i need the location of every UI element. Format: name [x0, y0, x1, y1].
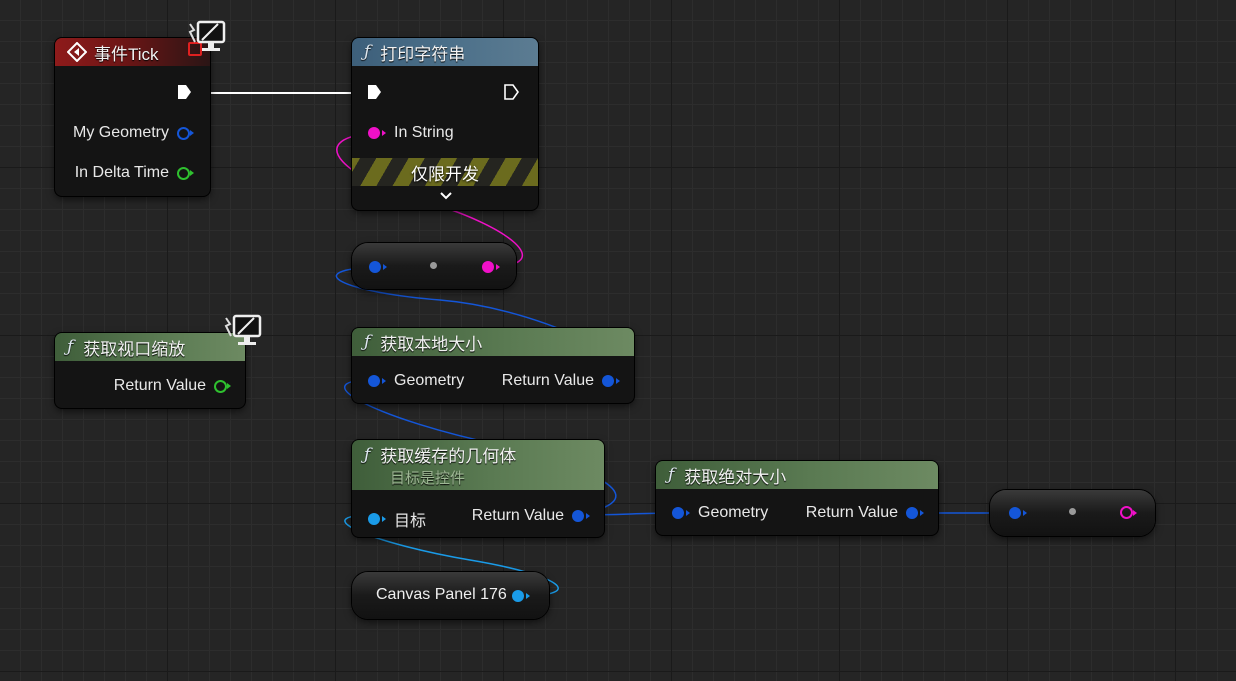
canvas-panel-variable-node[interactable]: Canvas Panel 176 [352, 572, 549, 619]
geometry-pin-row[interactable]: Geometry [672, 504, 768, 522]
return-value-pin-row[interactable]: Return Value [113, 377, 231, 395]
client-monitor-icon [188, 20, 226, 51]
my-geometry-label: My Geometry [72, 124, 169, 141]
return-value-pin[interactable] [602, 375, 620, 387]
get-cached-geometry-header[interactable]: ƒ 获取缓存的几何体 目标是控件 [352, 440, 604, 490]
event-tick-node[interactable]: 事件Tick My Geometry In Delta Time [55, 38, 210, 196]
in-delta-time-label: In Delta Time [74, 164, 169, 181]
my-geometry-pin-row[interactable]: My Geometry [72, 124, 194, 142]
return-value-pin-row[interactable]: Return Value [501, 372, 620, 390]
function-icon: ƒ [67, 337, 74, 357]
in-string-pin-row[interactable]: In String [368, 124, 454, 142]
conversion-center-dot [430, 262, 437, 269]
in-string-label: In String [394, 124, 454, 141]
exec-out-pin[interactable] [177, 84, 192, 100]
geometry-input-pin[interactable] [672, 507, 690, 519]
function-icon: ƒ [364, 42, 371, 62]
return-value-pin[interactable] [572, 510, 590, 522]
get-local-size-node[interactable]: ƒ 获取本地大小 Geometry Return Value [352, 328, 634, 403]
conversion-input-pin[interactable] [369, 261, 387, 273]
return-value-pin-row[interactable]: Return Value [471, 507, 590, 525]
get-cached-geometry-title: 获取缓存的几何体 [380, 447, 517, 466]
exec-out-pin[interactable] [504, 84, 519, 100]
event-tick-title: 事件Tick [94, 44, 159, 64]
geometry-label: Geometry [394, 372, 465, 389]
get-viewport-scale-node[interactable]: ƒ 获取视口缩放 Return Value [55, 333, 245, 408]
function-icon: ƒ [364, 444, 371, 465]
function-icon: ƒ [364, 332, 371, 352]
get-absolute-size-title: 获取绝对大小 [684, 467, 787, 487]
return-value-pin[interactable] [214, 379, 231, 393]
development-only-label: 仅限开发 [411, 164, 479, 184]
target-input-pin[interactable] [368, 513, 386, 525]
event-diamond-icon [67, 42, 87, 62]
get-absolute-size-node[interactable]: ƒ 获取绝对大小 Geometry Return Value [656, 461, 938, 535]
conversion-output-pin[interactable] [482, 261, 500, 273]
canvas-panel-label: Canvas Panel 176 [376, 586, 507, 603]
conversion-input-pin[interactable] [1009, 507, 1027, 519]
development-only-banner: 仅限开发 [352, 158, 538, 186]
geometry-pin-row[interactable]: Geometry [368, 372, 464, 390]
exec-in-pin[interactable] [367, 84, 382, 100]
my-geometry-pin[interactable] [177, 126, 194, 140]
in-delta-time-pin-row[interactable]: In Delta Time [74, 164, 194, 182]
return-value-label: Return Value [471, 507, 564, 524]
conversion-output-pin[interactable] [1120, 506, 1137, 519]
event-tick-header[interactable]: 事件Tick [55, 38, 210, 66]
conversion-node-right[interactable] [990, 490, 1155, 536]
conversion-center-dot [1069, 508, 1076, 515]
function-icon: ƒ [668, 465, 675, 485]
print-string-title: 打印字符串 [380, 44, 466, 64]
target-label: 目标 [394, 513, 427, 530]
return-value-label: Return Value [113, 377, 206, 394]
geometry-label: Geometry [698, 504, 769, 521]
get-viewport-scale-header[interactable]: ƒ 获取视口缩放 [55, 333, 245, 361]
get-viewport-scale-title: 获取视口缩放 [83, 339, 186, 359]
geometry-input-pin[interactable] [368, 375, 386, 387]
conversion-node-vector-to-string[interactable] [352, 243, 516, 289]
canvas-panel-output-pin[interactable] [512, 590, 530, 602]
return-value-pin[interactable] [906, 507, 924, 519]
return-value-pin-row[interactable]: Return Value [805, 504, 924, 522]
get-absolute-size-header[interactable]: ƒ 获取绝对大小 [656, 461, 938, 489]
get-cached-geometry-subtitle: 目标是控件 [390, 470, 466, 487]
print-string-node[interactable]: ƒ 打印字符串 In String 仅限开发 [352, 38, 538, 210]
return-value-label: Return Value [501, 372, 594, 389]
get-local-size-title: 获取本地大小 [380, 334, 483, 354]
return-value-label: Return Value [805, 504, 898, 521]
target-pin-row[interactable]: 目标 [368, 507, 426, 531]
get-local-size-header[interactable]: ƒ 获取本地大小 [352, 328, 634, 356]
get-cached-geometry-node[interactable]: ƒ 获取缓存的几何体 目标是控件 目标 Return Value [352, 440, 604, 537]
chevron-down-icon[interactable] [439, 191, 453, 201]
print-string-header[interactable]: ƒ 打印字符串 [352, 38, 538, 66]
in-delta-time-pin[interactable] [177, 166, 194, 180]
client-monitor-icon [224, 314, 262, 345]
in-string-pin[interactable] [368, 127, 386, 139]
